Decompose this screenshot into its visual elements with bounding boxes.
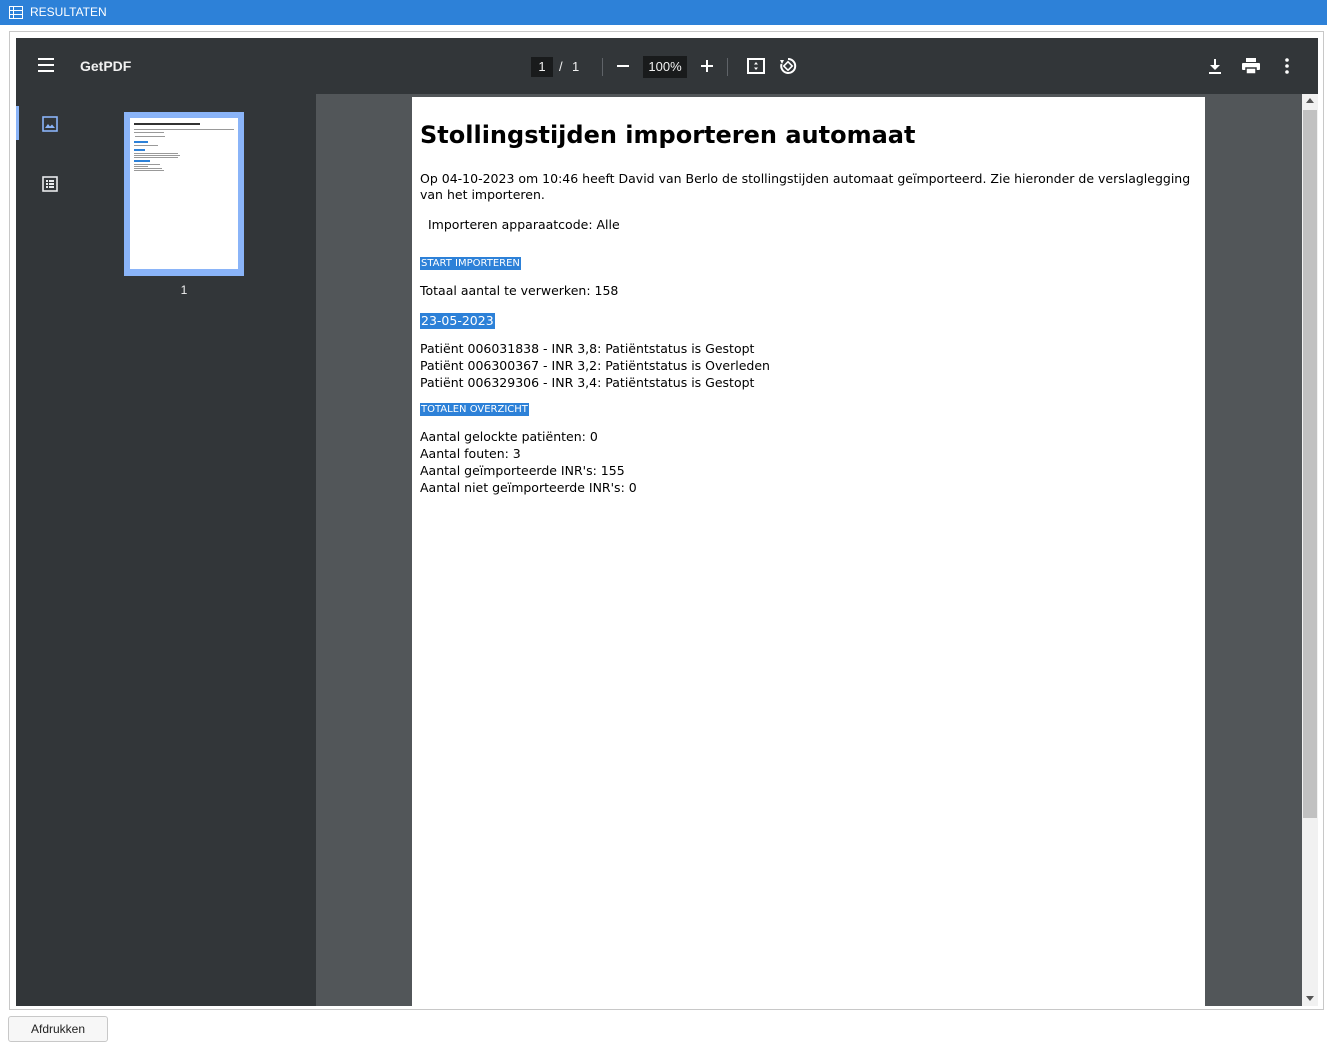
active-tab-indicator xyxy=(16,106,19,140)
current-page-input[interactable]: 1 xyxy=(531,57,553,77)
list-icon xyxy=(9,6,23,19)
fit-page-button[interactable] xyxy=(744,54,768,78)
rotate-icon xyxy=(780,57,797,74)
menu-icon[interactable] xyxy=(38,58,56,74)
zoom-input[interactable]: 100% xyxy=(643,56,687,78)
page-separator: / xyxy=(559,59,563,74)
fit-page-icon xyxy=(747,58,765,74)
zoom-out-icon xyxy=(617,65,629,67)
scroll-down-arrow-icon[interactable] xyxy=(1306,996,1314,1001)
total-pages: 1 xyxy=(572,59,580,74)
print-icon xyxy=(1242,58,1260,74)
totals-line: Aantal fouten: 3 xyxy=(420,446,521,461)
totals-line: Aantal niet geïmporteerde INR's: 0 xyxy=(420,480,637,495)
toolbar-divider xyxy=(727,58,728,76)
rotate-button[interactable] xyxy=(776,54,800,78)
zoom-out-button[interactable] xyxy=(611,54,635,78)
outline-tab[interactable] xyxy=(40,174,60,194)
section-start-import: START IMPORTEREN xyxy=(420,257,521,270)
window-title: RESULTATEN xyxy=(30,5,107,19)
section-totals-overview: TOTALEN OVERZICHT xyxy=(420,403,529,416)
total-to-process: Totaal aantal te verwerken: 158 xyxy=(420,283,619,298)
print-document-button[interactable]: Afdrukken xyxy=(8,1016,108,1042)
totals-line: Aantal geïmporteerde INR's: 155 xyxy=(420,463,625,478)
toolbar-divider xyxy=(602,58,603,76)
page-thumbnail-preview xyxy=(130,118,238,269)
more-options-button[interactable] xyxy=(1275,54,1299,78)
thumbnail-page-number: 1 xyxy=(180,283,188,297)
pdf-page: Stollingstijden importeren automaat Op 0… xyxy=(412,97,1205,1006)
outline-icon xyxy=(42,176,58,192)
document-title: GetPDF xyxy=(80,58,132,74)
pdf-heading: Stollingstijden importeren automaat xyxy=(420,121,916,149)
scroll-up-arrow-icon[interactable] xyxy=(1306,98,1314,103)
scrollbar-thumb[interactable] xyxy=(1303,110,1317,818)
zoom-in-icon xyxy=(701,60,713,72)
vertical-scrollbar[interactable] xyxy=(1302,94,1318,1006)
pdf-viewer: GetPDF 1 / 1 100% 1 Stollingstijden impo… xyxy=(16,38,1318,1006)
thumbnails-tab[interactable] xyxy=(40,114,60,134)
patient-line: Patiënt 006329306 - INR 3,4: Patiëntstat… xyxy=(420,375,755,390)
thumbnail-sidebar: 1 xyxy=(16,94,316,1006)
patient-line: Patiënt 006031838 - INR 3,8: Patiëntstat… xyxy=(420,341,755,356)
download-button[interactable] xyxy=(1203,54,1227,78)
pdf-intro-text: Op 04-10-2023 om 10:46 heeft David van B… xyxy=(420,171,1191,202)
download-icon xyxy=(1209,59,1221,74)
pdf-device-code: Importeren apparaatcode: Alle xyxy=(428,217,620,232)
thumbnails-icon xyxy=(42,116,58,132)
page-thumbnail[interactable] xyxy=(124,112,244,276)
patient-line: Patiënt 006300367 - INR 3,2: Patiëntstat… xyxy=(420,358,770,373)
print-button[interactable] xyxy=(1239,54,1263,78)
import-date: 23-05-2023 xyxy=(420,313,495,329)
totals-line: Aantal gelockte patiënten: 0 xyxy=(420,429,598,444)
more-vert-icon xyxy=(1285,58,1289,74)
zoom-in-button[interactable] xyxy=(695,54,719,78)
pdf-toolbar: GetPDF 1 / 1 100% xyxy=(16,38,1318,94)
window-titlebar: RESULTATEN xyxy=(0,0,1327,25)
